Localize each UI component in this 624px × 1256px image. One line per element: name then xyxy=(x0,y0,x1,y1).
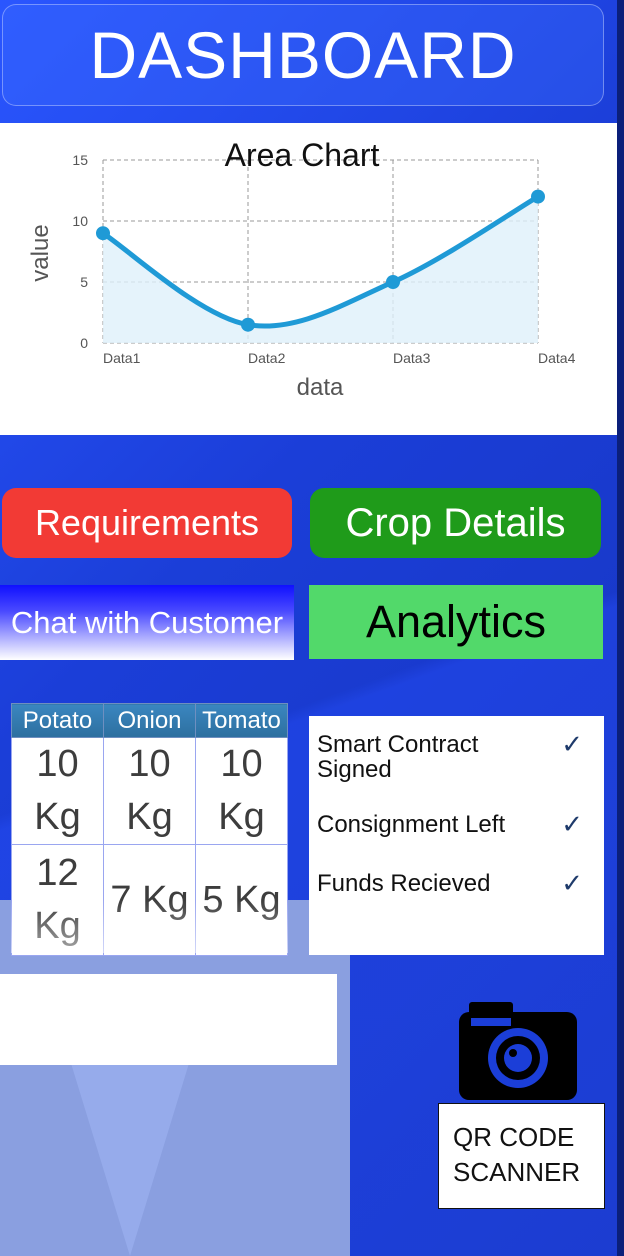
data-point xyxy=(531,189,545,204)
data-point xyxy=(386,275,400,289)
check-icon: ✓ xyxy=(561,868,583,898)
x-axis-label: data xyxy=(297,374,344,401)
y-tick-label: 0 xyxy=(80,335,88,351)
table-cell: 10 Kg xyxy=(195,737,288,845)
check-icon: ✓ xyxy=(561,729,583,759)
table-cell: 12 Kg xyxy=(11,844,104,956)
table-cell: 10 Kg xyxy=(11,737,104,845)
area-chart: 0 5 10 15 Data1 Data2 Data3 Data4 Area Chart data… xyxy=(27,137,576,401)
check-icon: ✓ xyxy=(561,809,583,839)
analytics-button[interactable]: Analytics xyxy=(309,585,603,659)
table-cell: 7 Kg xyxy=(103,844,196,956)
x-tick-label: Data2 xyxy=(248,350,286,366)
column-header-potato: Potato xyxy=(11,703,104,738)
y-tick-label: 5 xyxy=(80,274,88,290)
x-tick-label: Data1 xyxy=(103,350,141,366)
header: DASHBOARD xyxy=(2,4,604,106)
status-label: Smart Contract Signed xyxy=(317,731,479,783)
status-label: Consignment Left xyxy=(317,811,506,838)
table-row: 12 Kg 7 Kg 5 Kg xyxy=(11,844,288,956)
right-edge xyxy=(617,0,624,1256)
y-tick-label: 10 xyxy=(72,213,88,229)
requirements-button[interactable]: Requirements xyxy=(2,488,292,558)
chat-with-customer-button[interactable]: Chat with Customer xyxy=(0,585,294,660)
table-header-row: Potato Onion Tomato xyxy=(11,703,288,738)
table-cell: 5 Kg xyxy=(195,844,288,956)
status-item-consignment: Consignment Left ✓ xyxy=(317,809,597,839)
x-tick-label: Data4 xyxy=(538,350,576,366)
background-triangle xyxy=(70,1060,190,1256)
table-cell: 10 Kg xyxy=(103,737,196,845)
chart-title: Area Chart xyxy=(225,137,380,173)
status-item-smart-contract: Smart Contract Signed ✓ xyxy=(317,729,597,783)
text-input[interactable] xyxy=(0,974,337,1065)
area-fill xyxy=(103,196,538,343)
x-tick-label: Data3 xyxy=(393,350,431,366)
qr-code-scanner-button[interactable]: QR CODE SCANNER xyxy=(438,1103,605,1209)
y-tick-label: 15 xyxy=(72,152,88,168)
status-label: Funds Recieved xyxy=(317,870,491,897)
page-title: DASHBOARD xyxy=(89,18,517,92)
column-header-tomato: Tomato xyxy=(195,703,288,738)
table-row: 10 Kg 10 Kg 10 Kg xyxy=(11,737,288,845)
y-axis-label: value xyxy=(27,224,54,281)
column-header-onion: Onion xyxy=(103,703,196,738)
data-point xyxy=(241,317,255,332)
status-item-funds: Funds Recieved ✓ xyxy=(317,868,597,898)
stock-table: Potato Onion Tomato 10 Kg 10 Kg 10 Kg 12… xyxy=(11,703,288,956)
status-card: Smart Contract Signed ✓ Consignment Left… xyxy=(309,716,604,955)
camera-icon[interactable] xyxy=(457,1000,579,1102)
crop-details-button[interactable]: Crop Details xyxy=(310,488,601,558)
data-point xyxy=(96,226,110,241)
area-chart-card: 0 5 10 15 Data1 Data2 Data3 Data4 Area Chart data… xyxy=(0,123,617,435)
